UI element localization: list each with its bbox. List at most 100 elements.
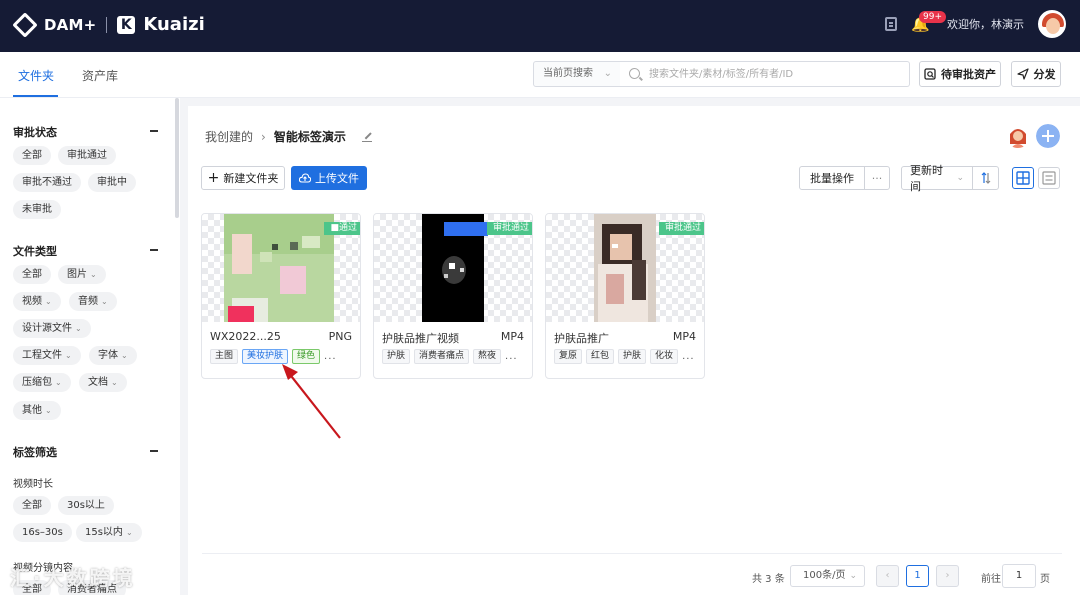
filter-chip[interactable]: 全部 [13, 146, 51, 165]
member-avatar[interactable] [1006, 124, 1030, 148]
filter-chip-dropdown[interactable]: 文档 ⌄ [79, 373, 127, 392]
filter-chip[interactable]: 16s–30s [13, 523, 72, 542]
filter-chip[interactable]: 审批不通过 [13, 173, 81, 192]
sidebar-scrollbar[interactable] [175, 98, 179, 218]
chevron-down-icon: ⌄ [55, 378, 62, 387]
filter-chip-dropdown[interactable]: 字体 ⌄ [89, 346, 137, 365]
chip-label: 音频 [78, 296, 98, 307]
filter-chip[interactable]: 全部 [13, 265, 51, 284]
review-icon [924, 68, 936, 80]
sort-order-button[interactable] [972, 166, 999, 190]
breadcrumb-parent[interactable]: 我创建的 [205, 128, 253, 145]
batch-operation-button[interactable]: 批量操作 [799, 166, 865, 190]
tag[interactable]: 护肤 [382, 349, 411, 364]
collapse-icon[interactable] [150, 450, 158, 452]
grid-view-button[interactable] [1012, 167, 1034, 189]
active-tab-indicator [13, 95, 58, 97]
add-member-button[interactable] [1036, 124, 1060, 148]
asset-thumbnail[interactable]: 审批通过 [374, 214, 532, 322]
page-size-select[interactable]: 100条/页 ⌄ [790, 565, 865, 587]
file-type-title: 文件类型 [13, 245, 57, 258]
more-tags[interactable]: ... [324, 351, 337, 362]
prev-page-button[interactable]: ‹ [876, 565, 899, 587]
filter-chip[interactable]: 审批通过 [58, 146, 116, 165]
filter-chip[interactable]: 审批中 [88, 173, 136, 192]
upload-button[interactable]: 上传文件 [291, 166, 367, 190]
pencil-icon[interactable] [361, 132, 372, 142]
filter-chip[interactable]: 全部 [13, 496, 51, 515]
pending-review-button[interactable]: 待审批资产 [919, 61, 1001, 87]
chevron-down-icon: ⌄ [603, 68, 612, 79]
upload-label: 上传文件 [315, 172, 359, 185]
asset-thumbnail[interactable]: 审批通过 [546, 214, 704, 322]
page-size-label: 100条/页 [803, 570, 846, 581]
tag[interactable]: 复原 [554, 349, 583, 364]
tab-folders[interactable]: 文件夹 [18, 67, 54, 84]
asset-thumbnail[interactable]: ■通过 [202, 214, 360, 322]
goto-label: 前往 [981, 574, 1001, 585]
filter-chip[interactable]: 30s以上 [58, 496, 114, 515]
share-button[interactable]: 分发 [1011, 61, 1061, 87]
asset-card[interactable]: ■通过 WX2022...25 PNG 主图 美妆护肤 绿色 ... [201, 213, 361, 379]
chip-label: 设计源文件 [22, 323, 72, 334]
search-input[interactable] [649, 66, 899, 83]
header-actions: 🔔 99+ 欢迎你，林演示 [885, 10, 1066, 38]
collapse-icon[interactable] [150, 130, 158, 132]
approval-status-title: 审批状态 [13, 126, 57, 139]
watermark: 汇·大数跨境 [10, 566, 136, 590]
filter-chip-dropdown[interactable]: 其他 ⌄ [13, 401, 61, 420]
goto-page-input[interactable]: 1 [1002, 564, 1036, 588]
search-icon [629, 68, 640, 79]
tab-asset-library[interactable]: 资产库 [82, 67, 118, 84]
search-box [620, 61, 910, 87]
chip-label: 15s以内 [85, 527, 123, 538]
tag[interactable]: 化妆 [650, 349, 679, 364]
filter-chip[interactable]: 未审批 [13, 200, 61, 219]
filter-chip-dropdown[interactable]: 设计源文件 ⌄ [13, 319, 91, 338]
collapse-icon[interactable] [150, 249, 158, 251]
more-actions-button[interactable]: ··· [864, 166, 890, 190]
upload-cloud-icon [299, 173, 311, 183]
avatar[interactable] [1038, 10, 1066, 38]
share-label: 分发 [1033, 68, 1056, 81]
more-tags[interactable]: ... [682, 351, 695, 362]
asset-card[interactable]: 审批通过 护肤品推广视频 MP4 护肤 消费者痛点 熬夜 ... [373, 213, 533, 379]
doc-icon[interactable] [885, 17, 897, 31]
tag[interactable]: 主图 [210, 349, 239, 364]
pending-review-label: 待审批资产 [941, 68, 996, 81]
filter-chip-dropdown[interactable]: 15s以内 ⌄ [76, 523, 142, 542]
asset-name: 护肤品推广 [554, 332, 609, 345]
tag[interactable]: 护肤 [618, 349, 647, 364]
list-view-button[interactable] [1038, 167, 1060, 189]
tag[interactable]: 消费者痛点 [414, 349, 470, 364]
grid-view-icon [1016, 171, 1030, 185]
filter-chip-dropdown[interactable]: 音频 ⌄ [69, 292, 117, 311]
tag[interactable]: 红包 [586, 349, 615, 364]
avatar-face [1046, 18, 1060, 34]
asset-tags: 复原 红包 护肤 化妆 ... [554, 349, 695, 364]
filter-chip-dropdown[interactable]: 工程文件 ⌄ [13, 346, 81, 365]
status-badge: 审批通过 [658, 222, 704, 235]
filter-chip-dropdown[interactable]: 视频 ⌄ [13, 292, 61, 311]
chevron-right-icon: › [945, 570, 950, 581]
new-folder-button[interactable]: + 新建文件夹 [201, 166, 285, 190]
tag[interactable]: 熬夜 [473, 349, 502, 364]
filter-chip-dropdown[interactable]: 压缩包 ⌄ [13, 373, 71, 392]
sort-select[interactable]: 更新时间 ⌄ [901, 164, 973, 193]
search-scope-select[interactable]: 当前页搜索 ⌄ [533, 61, 621, 87]
chip-label: 文档 [88, 377, 108, 388]
filter-chip-dropdown[interactable]: 图片 ⌄ [58, 265, 106, 284]
batch-label: 批量操作 [810, 172, 854, 185]
main-panel: 我创建的 › 智能标签演示 + 新建文件夹 上传文件 批量操作 ··· 更新时间… [188, 106, 1080, 595]
chevron-right-icon: › [261, 129, 266, 144]
page-number[interactable]: 1 [906, 565, 929, 587]
breadcrumb-current: 智能标签演示 [273, 130, 346, 144]
list-view-icon [1042, 171, 1056, 185]
asset-card[interactable]: 审批通过 护肤品推广 MP4 复原 红包 护肤 化妆 ... [545, 213, 705, 379]
more-tags[interactable]: ... [505, 351, 518, 362]
next-page-button[interactable]: › [936, 565, 959, 587]
brand-logo[interactable]: DAM+ K Kuaizi [12, 11, 205, 38]
chevron-down-icon: ⌄ [111, 378, 118, 387]
brand-primary: DAM+ [44, 15, 97, 34]
bell-icon[interactable]: 🔔 99+ [911, 11, 946, 33]
